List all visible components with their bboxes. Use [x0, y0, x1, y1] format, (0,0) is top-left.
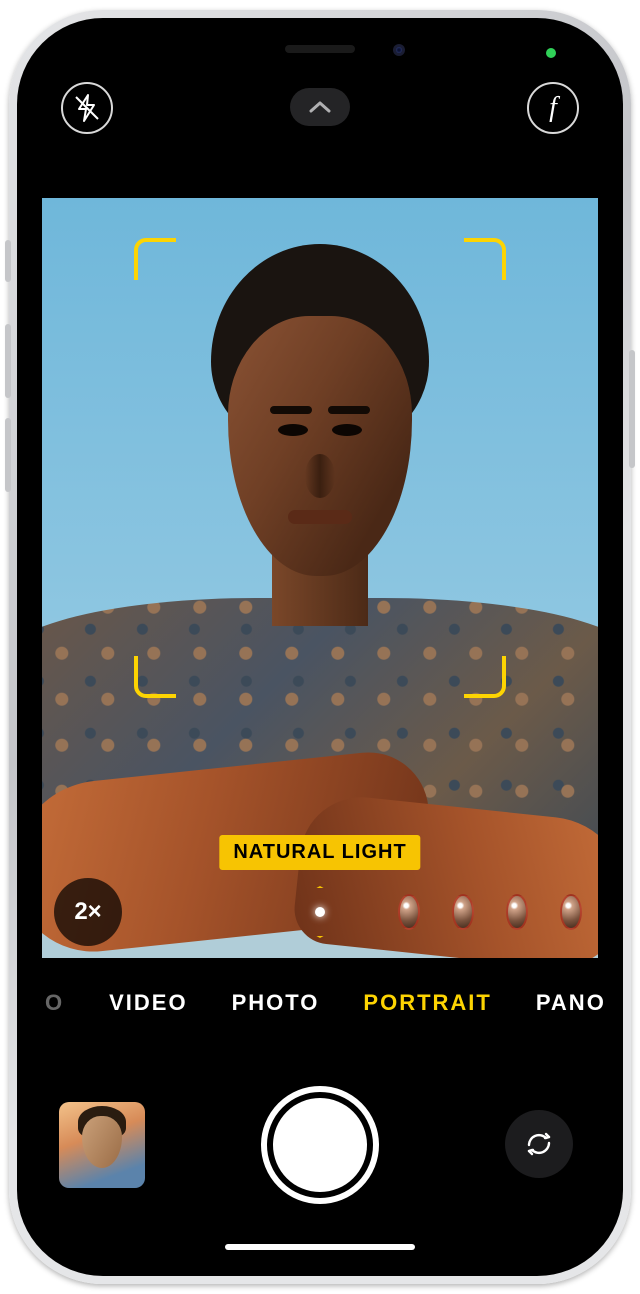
hw-volume-down	[5, 418, 11, 492]
depth-control-button[interactable]: f	[527, 82, 579, 134]
lighting-option-contour[interactable]	[452, 894, 474, 930]
last-photo-thumbnail-button[interactable]	[59, 1102, 145, 1188]
iphone-frame: f	[9, 10, 631, 1284]
front-camera	[393, 44, 405, 56]
zoom-toggle-button[interactable]: 2×	[54, 878, 122, 946]
flash-off-icon	[71, 92, 103, 124]
portrait-lighting-label: NATURAL LIGHT	[219, 835, 420, 870]
zoom-level-label: 2×	[74, 898, 101, 926]
lighting-option-natural[interactable]	[294, 886, 346, 938]
mode-item-portrait[interactable]: PORTRAIT	[363, 990, 491, 1016]
camera-mode-scroller[interactable]: O VIDEO PHOTO PORTRAIT PANO	[29, 980, 611, 1026]
camera-flip-icon	[521, 1126, 557, 1162]
switch-camera-button[interactable]	[505, 1110, 573, 1178]
viewfinder[interactable]: NATURAL LIGHT 2×	[42, 198, 598, 958]
shutter-button[interactable]	[261, 1086, 379, 1204]
home-indicator[interactable]	[225, 1244, 415, 1250]
chevron-up-icon	[308, 100, 332, 114]
notch	[197, 30, 443, 68]
mode-item-photo[interactable]: PHOTO	[232, 990, 320, 1016]
portrait-lighting-picker[interactable]	[42, 882, 598, 942]
screen: f	[29, 30, 611, 1264]
camera-in-use-indicator	[546, 48, 556, 58]
lighting-option-stage-mono[interactable]	[560, 894, 582, 930]
mode-item-partial[interactable]: O	[45, 990, 65, 1016]
hw-volume-up	[5, 324, 11, 398]
f-number-icon: f	[549, 92, 557, 124]
mode-item-pano[interactable]: PANO	[536, 990, 606, 1016]
hw-side-button	[629, 350, 635, 468]
speaker-grille	[285, 45, 355, 53]
camera-controls-expand-button[interactable]	[290, 88, 350, 126]
flash-toggle-button[interactable]	[61, 82, 113, 134]
hw-silence-switch	[5, 240, 11, 282]
mode-item-video[interactable]: VIDEO	[109, 990, 187, 1016]
lighting-option-stage[interactable]	[506, 894, 528, 930]
lighting-option-studio[interactable]	[398, 894, 420, 930]
